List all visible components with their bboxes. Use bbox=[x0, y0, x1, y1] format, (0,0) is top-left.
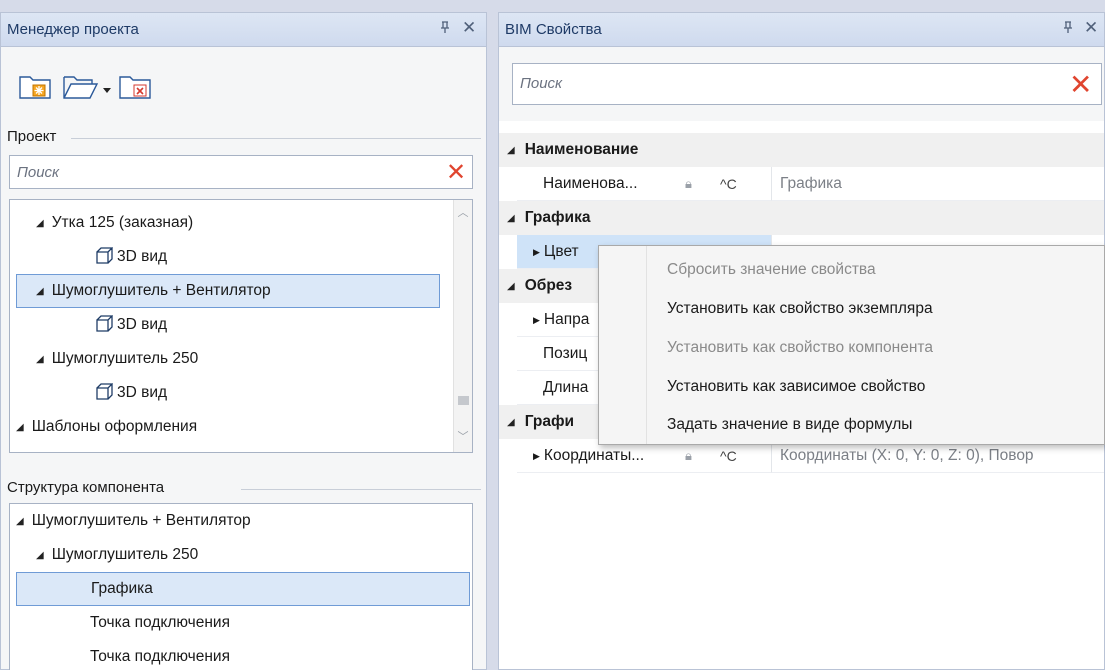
cube-icon bbox=[96, 379, 114, 400]
clear-search-icon[interactable]: ✕ bbox=[1069, 68, 1092, 101]
tree-node[interactable]: ◢ Шумоглушитель + Вентилятор bbox=[16, 504, 251, 538]
clear-search-icon[interactable]: ✕ bbox=[446, 158, 466, 187]
expand-triangle-icon[interactable]: ◢ bbox=[16, 505, 24, 539]
new-folder-icon[interactable] bbox=[19, 73, 53, 103]
property-row[interactable]: Наименова... 🔒︎ ^C Графика bbox=[499, 167, 1104, 201]
structure-group-label: Структура компонента bbox=[7, 479, 169, 496]
tree-scrollbar[interactable]: ︿ ﹀ bbox=[453, 200, 472, 452]
expand-triangle-icon[interactable]: ◢ bbox=[16, 411, 24, 445]
menu-item-set-instance-property[interactable]: Установить как свойство экземпляра bbox=[667, 292, 933, 326]
menu-item-set-component-property[interactable]: Установить как свойство компонента bbox=[667, 331, 933, 365]
dropdown-arrow-icon[interactable] bbox=[102, 82, 112, 99]
search-placeholder: Поиск bbox=[17, 164, 60, 181]
property-value[interactable]: Графика bbox=[771, 167, 1104, 201]
scroll-down-icon[interactable]: ﹀ bbox=[454, 428, 472, 444]
pin-icon[interactable] bbox=[439, 21, 451, 37]
tree-node-selected[interactable]: ◢ Шумоглушитель + Вентилятор bbox=[16, 274, 440, 308]
tree-node[interactable]: Точка подключения bbox=[90, 606, 230, 640]
cube-icon bbox=[96, 243, 114, 264]
category-row[interactable]: ◢ Наименование bbox=[499, 133, 1104, 167]
collapse-triangle-icon[interactable]: ◢ bbox=[507, 134, 515, 168]
property-name: Наименова... 🔒︎ ^C bbox=[517, 167, 771, 201]
tree-node[interactable]: ◢ Шумоглушитель 250 bbox=[36, 538, 198, 572]
tree-node[interactable]: ◢ Шумоглушитель 250 bbox=[36, 342, 198, 376]
open-folder-icon[interactable] bbox=[63, 73, 99, 103]
bim-properties-titlebar: BIM Свойства ✕ bbox=[499, 13, 1104, 47]
tree-node[interactable]: Точка подключения bbox=[90, 640, 230, 670]
expand-triangle-icon[interactable]: ◢ bbox=[36, 207, 44, 241]
expand-arrow-icon[interactable]: ▶ bbox=[533, 315, 540, 325]
collapse-triangle-icon[interactable]: ◢ bbox=[507, 406, 515, 440]
collapse-triangle-icon[interactable]: ◢ bbox=[507, 202, 515, 236]
close-icon[interactable]: ✕ bbox=[462, 18, 476, 38]
cube-icon bbox=[96, 311, 114, 332]
menu-item-set-dependent-property[interactable]: Установить как зависимое свойство bbox=[667, 370, 925, 404]
project-tree[interactable]: ◢ Утка 125 (заказная) 3D вид ◢ Шумоглушите… bbox=[9, 199, 473, 453]
project-toolbar bbox=[19, 73, 219, 103]
expand-triangle-icon[interactable]: ◢ bbox=[36, 343, 44, 377]
project-search-input[interactable]: Поиск ✕ bbox=[9, 155, 473, 189]
properties-search-input[interactable]: Поиск ✕ bbox=[512, 63, 1102, 105]
collapse-triangle-icon[interactable]: ◢ bbox=[507, 270, 515, 304]
lock-icon: 🔒︎ bbox=[685, 176, 692, 191]
structure-group-line bbox=[241, 489, 481, 490]
menu-item-set-formula[interactable]: Задать значение в виде формулы bbox=[667, 408, 912, 442]
tree-node-selected[interactable]: Графика bbox=[16, 572, 470, 606]
delete-icon[interactable] bbox=[119, 73, 153, 103]
panel-title: Менеджер проекта bbox=[7, 21, 139, 38]
search-placeholder: Поиск bbox=[520, 75, 563, 92]
scroll-thumb[interactable] bbox=[458, 396, 469, 405]
expand-arrow-icon[interactable]: ▶ bbox=[533, 247, 540, 257]
project-group-label: Проект bbox=[7, 128, 61, 145]
structure-tree[interactable]: ◢ Шумоглушитель + Вентилятор ◢ Шумоглушите… bbox=[9, 503, 473, 670]
tree-node[interactable]: 3D вид bbox=[96, 376, 167, 410]
pin-icon[interactable] bbox=[1062, 21, 1074, 37]
project-group-line bbox=[71, 138, 481, 139]
expand-arrow-icon[interactable]: ▶ bbox=[533, 451, 540, 461]
close-icon[interactable]: ✕ bbox=[1084, 18, 1098, 38]
menu-item-reset-value[interactable]: Сбросить значение свойства bbox=[667, 253, 876, 287]
project-manager-panel: Менеджер проекта ✕ Проект Поиск ✕ ◢ Утка… bbox=[0, 12, 487, 670]
context-menu: Сбросить значение свойства Установить ка… bbox=[598, 245, 1105, 445]
tree-node[interactable]: 3D вид bbox=[96, 240, 167, 274]
category-row[interactable]: ◢ Графика bbox=[499, 201, 1104, 235]
tree-node[interactable]: ◢ Утка 125 (заказная) bbox=[36, 206, 193, 240]
menu-icon-gutter bbox=[599, 246, 647, 444]
project-manager-titlebar: Менеджер проекта ✕ bbox=[1, 13, 486, 47]
expand-triangle-icon[interactable]: ◢ bbox=[36, 276, 44, 308]
scroll-up-icon[interactable]: ︿ bbox=[454, 204, 472, 220]
tree-node[interactable]: 3D вид bbox=[96, 308, 167, 342]
tree-node[interactable]: ◢ Шаблоны оформления bbox=[16, 410, 197, 444]
panel-title: BIM Свойства bbox=[505, 21, 602, 38]
expand-triangle-icon[interactable]: ◢ bbox=[36, 539, 44, 573]
